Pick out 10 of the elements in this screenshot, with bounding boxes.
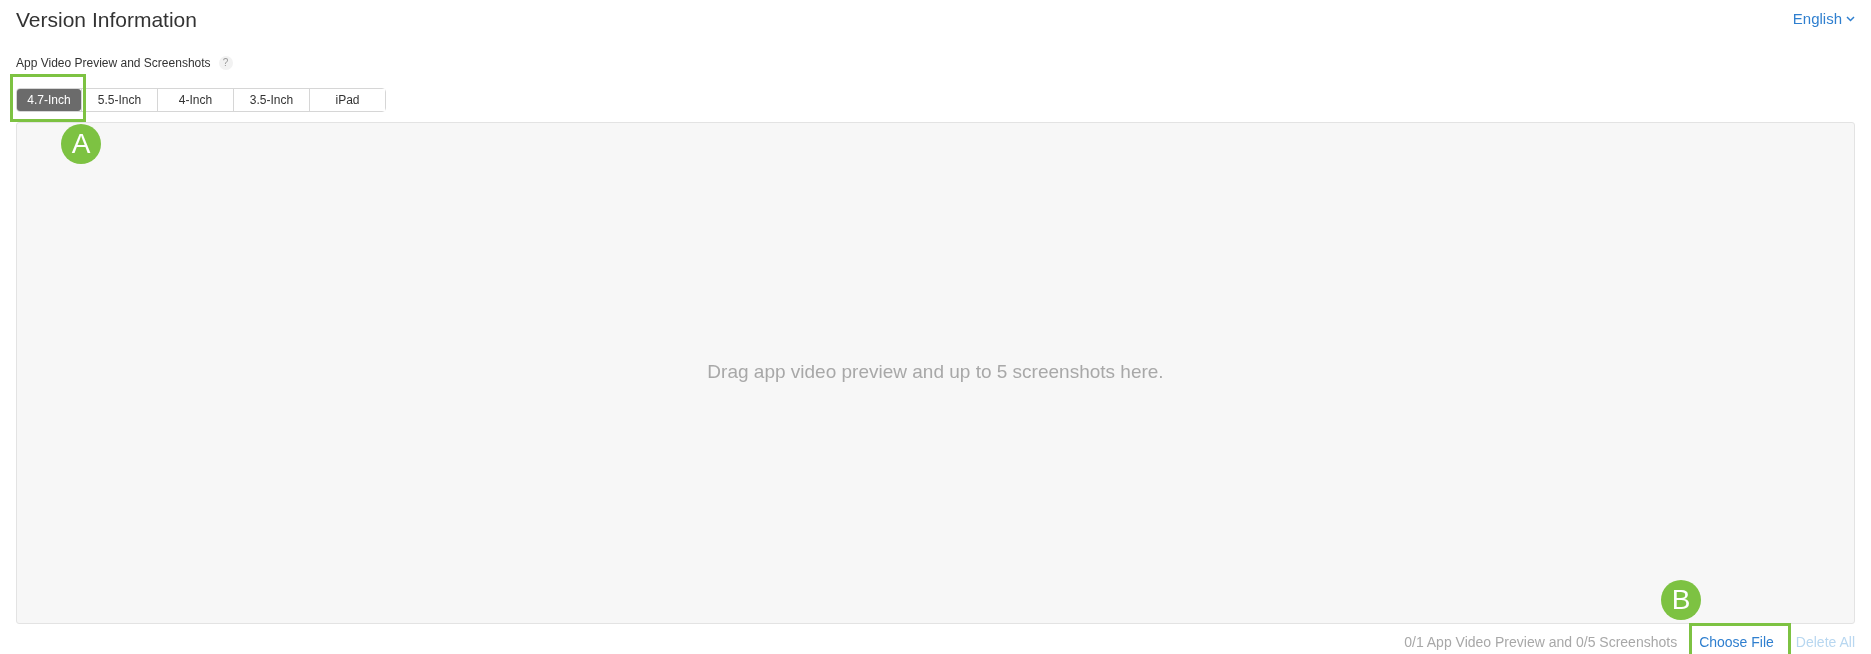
chevron-down-icon [1846, 16, 1855, 23]
size-tab[interactable]: iPad [309, 88, 385, 111]
language-dropdown[interactable]: English [1792, 8, 1855, 31]
size-tab[interactable]: 4.7-Inch [17, 88, 81, 111]
choose-file-link[interactable]: Choose File [1699, 631, 1774, 653]
page-title: Version Information [16, 7, 197, 33]
help-icon[interactable]: ? [218, 55, 233, 70]
upload-count: 0/1 App Video Preview and 0/5 Screenshots [1404, 632, 1678, 652]
section-label: App Video Preview and Screenshots [16, 54, 211, 72]
drop-message: Drag app video preview and up to 5 screenshots here. [707, 360, 1164, 385]
